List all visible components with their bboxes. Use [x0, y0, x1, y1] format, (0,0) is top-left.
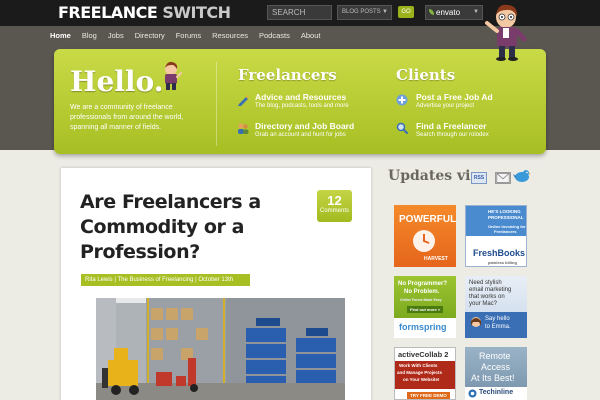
hero-intro-text: We are a community of freelance professi… [70, 104, 184, 131]
ad-freshbooks-brand: FreshBooks [473, 248, 526, 258]
search-scope-label: BLOG POSTS [342, 9, 381, 15]
updates-via-heading: Updates via [388, 168, 480, 184]
envato-label: envato [436, 8, 461, 17]
nav-item-forums[interactable]: Forums [176, 31, 201, 40]
twitter-bird-icon[interactable] [513, 167, 531, 185]
ad-activecollab-cta[interactable]: TRY FREE DEMO [407, 392, 450, 399]
ad-activecollab-brand: activeCollab 2 [398, 350, 449, 359]
chevron-down-icon: ▼ [382, 9, 388, 15]
ad-emma[interactable]: Need stylish email marketing that works … [465, 276, 527, 338]
nav-item-directory[interactable]: Directory [135, 31, 165, 40]
ad-formspring-brand: formspring [399, 322, 447, 332]
advice-resources-link[interactable]: Advice and Resources [255, 92, 346, 102]
ad-activecollab-line2: and Manage Projects [397, 370, 443, 375]
nav-item-podcasts[interactable]: Podcasts [259, 31, 290, 40]
comment-count-badge[interactable]: 12 Comments [317, 190, 352, 222]
email-icon[interactable] [495, 172, 511, 184]
ad-activecollab-line1: Work With Clients [399, 363, 438, 368]
search-scope-select[interactable]: BLOG POSTS ▼ [337, 5, 392, 20]
post-job-ad-desc: Advertise your project [416, 103, 475, 109]
users-icon [238, 123, 249, 134]
ad-harvest-headline: POWERFUL [399, 214, 456, 225]
ad-freshbooks[interactable]: HE'S LOOKING PROFESSIONAL Online Invoici… [465, 205, 527, 267]
hero-divider [216, 62, 217, 146]
clock-icon [413, 230, 435, 252]
freelancers-heading: Freelancers [238, 66, 337, 84]
magnifier-icon [396, 122, 408, 134]
main-nav: Home Blog Jobs Directory Forums Resource… [50, 31, 320, 40]
envato-leaf-icon [429, 9, 434, 15]
envato-network-dropdown[interactable]: envato ▼ [425, 5, 483, 20]
ad-formspring[interactable]: No Programmer? No Problem. Online Forms … [394, 276, 456, 338]
hero-hello-heading: Hello. [70, 65, 164, 98]
ad-freshbooks-tagline: painless billing [488, 260, 517, 265]
ad-harvest-brand: HARVEST [424, 256, 448, 262]
ad-freshbooks-line2: PROFESSIONAL [488, 215, 524, 220]
nav-item-about[interactable]: About [301, 31, 321, 40]
logo-text-switch: SWITCH [162, 3, 231, 22]
ad-activecollab[interactable]: activeCollab 2 Work With Clients and Man… [394, 347, 456, 400]
article-warehouse-image [96, 298, 345, 400]
ad-freshbooks-line1: HE'S LOOKING [488, 209, 521, 214]
rss-icon[interactable]: RSS [471, 172, 487, 184]
comment-count: 12 [327, 193, 342, 208]
ad-emma-line2: email marketing [469, 287, 512, 293]
ad-techinline-line1: Remote [479, 351, 511, 361]
nav-item-home[interactable]: Home [50, 31, 71, 40]
article-meta-bar: Rita Lewis | The Business of Freelancing… [81, 274, 250, 286]
techinline-logo-icon [468, 389, 477, 398]
clients-heading: Clients [396, 66, 456, 84]
ad-formspring-line1: No Programmer? [398, 281, 448, 287]
pencil-icon [238, 95, 249, 106]
post-job-ad-link[interactable]: Post a Free Job Ad [416, 92, 493, 102]
emma-avatar-icon [471, 317, 481, 327]
ad-emma-cta2: to Emma. [485, 324, 511, 330]
advice-resources-desc: The blog, podcasts, tools and more [255, 103, 349, 109]
ad-formspring-cta[interactable]: Find out more » [407, 306, 443, 313]
ad-formspring-line3: Online Forms Made Easy [400, 298, 442, 302]
logo-text-freelance: FREELANCE [58, 3, 158, 22]
nav-item-blog[interactable]: Blog [82, 31, 97, 40]
comment-label: Comments [319, 208, 349, 214]
hero-mascot-icon [165, 61, 182, 90]
ad-techinline-line3: At Its Best! [471, 373, 515, 383]
search-input[interactable]: SEARCH [267, 5, 332, 20]
ad-techinline-brand: Techinline [479, 389, 514, 396]
article-title[interactable]: Are Freelancers a Commodity or a Profess… [80, 190, 300, 265]
site-logo[interactable]: FREELANCE SWITCH [58, 3, 231, 22]
directory-jobboard-link[interactable]: Directory and Job Board [255, 121, 354, 131]
nav-item-resources[interactable]: Resources [212, 31, 248, 40]
plus-icon [396, 94, 408, 106]
ad-emma-line1: Need stylish [469, 280, 502, 286]
mascot-illustration [485, 4, 527, 61]
search-go-button[interactable]: GO [398, 6, 414, 18]
ad-activecollab-line3: on Your Website! [403, 377, 440, 382]
ad-emma-cta1: Say hello [485, 316, 510, 322]
find-freelancer-desc: Search through our rolodex [416, 132, 489, 138]
ad-techinline[interactable]: Remote Access At Its Best! Techinline [465, 347, 527, 400]
ad-techinline-line2: Access [481, 362, 511, 372]
ad-emma-line3: that works on [469, 294, 505, 300]
ad-emma-line4: your Mac? [469, 301, 498, 307]
ad-freshbooks-line4: Freelancers [494, 229, 517, 234]
find-freelancer-link[interactable]: Find a Freelancer [416, 121, 486, 131]
directory-jobboard-desc: Grab an account and hunt for jobs [255, 132, 346, 138]
nav-item-jobs[interactable]: Jobs [108, 31, 124, 40]
ad-formspring-line2: No Problem. [404, 289, 440, 295]
chevron-down-icon: ▼ [473, 9, 479, 15]
ad-harvest[interactable]: POWERFUL HARVEST [394, 205, 456, 267]
